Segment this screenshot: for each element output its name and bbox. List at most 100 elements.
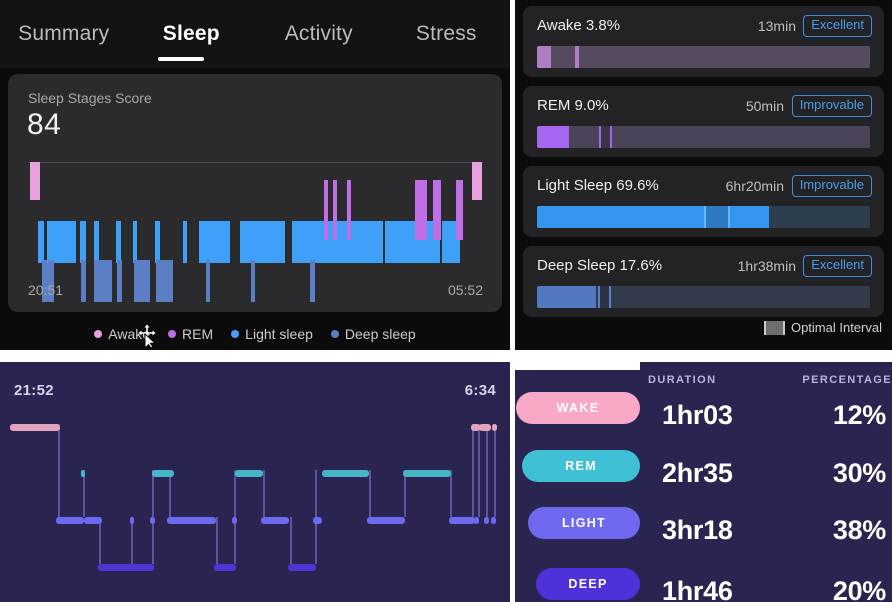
hypnogram-segment-light [491, 517, 496, 524]
stage-duration: 50min [745, 98, 784, 114]
hypnogram-connector [486, 424, 488, 517]
stage-card-header: Light Sleep 69.6% 6hr20min Improvable [537, 175, 872, 198]
stage-bar-light [198, 221, 231, 263]
active-tab-indicator [158, 57, 204, 61]
move-cursor-icon [138, 324, 157, 348]
hypnogram-connector [404, 470, 406, 517]
stage-bar-rem [414, 180, 428, 240]
stage-pill-light[interactable]: LIGHT [528, 507, 640, 539]
hypnogram-segment-rem [322, 470, 369, 477]
hypnogram-connector [290, 517, 292, 564]
stage-progress-fill [537, 46, 551, 68]
stage-bar-light [182, 221, 188, 263]
hypnogram-segment-wake [479, 424, 491, 431]
stage-pill-deep[interactable]: DEEP [536, 568, 640, 600]
stage-bar-awake [30, 162, 41, 200]
chart-start-time: 20:51 [28, 282, 64, 298]
hypnogram-segment-light [313, 517, 322, 524]
sleep-stages-card: Sleep Stages Score 84 20:51 05:52 [8, 74, 502, 312]
optimal-interval-marker [577, 46, 580, 68]
tab-bar: Summary Sleep Activity Stress [0, 0, 510, 68]
hypnogram-segment-rem [81, 470, 85, 477]
sleep-stages-bar-chart[interactable] [28, 162, 483, 302]
stage-card-light[interactable]: Light Sleep 69.6% 6hr20min Improvable [523, 166, 884, 237]
percentage-value-light: 38% [832, 515, 886, 545]
stage-bar-light [47, 221, 77, 263]
sleep-stages-score-label: Sleep Stages Score [28, 90, 152, 106]
optimal-interval-marker [728, 206, 731, 228]
hypnogram-plot[interactable] [0, 362, 510, 602]
duration-value-rem: 2hr35 [662, 458, 733, 488]
hypnogram-connector [369, 470, 371, 517]
stage-pill-column: WAKE REM LIGHT DEEP [515, 370, 640, 602]
tab-summary[interactable]: Summary [0, 22, 128, 46]
hypnogram-connector [263, 470, 265, 517]
stage-pill-rem[interactable]: REM [522, 450, 640, 482]
sleep-stages-score-value: 84 [27, 108, 62, 141]
percentage-value-wake: 12% [832, 400, 886, 430]
stage-duration: 1hr38min [737, 258, 796, 274]
stage-pill-wake[interactable]: WAKE [516, 392, 640, 424]
hypnogram-connector [131, 517, 133, 564]
hypnogram-connector [494, 424, 496, 517]
hypnogram-segment-wake [10, 424, 60, 431]
stage-bar-light [93, 221, 99, 263]
hypnogram-connector [472, 424, 474, 517]
hypnogram-connector [478, 424, 480, 517]
legend-item-deep-sleep: Deep sleep [330, 326, 416, 342]
legend-dot-icon [231, 330, 240, 338]
hypnogram-connector [83, 470, 85, 517]
stage-card-header: Deep Sleep 17.6% 1hr38min Excellent [537, 255, 872, 278]
hypnogram-segment-light [449, 517, 475, 524]
percentage-value-rem: 30% [832, 458, 886, 488]
chart-top-axis [28, 162, 483, 163]
optimal-interval-marker [610, 126, 613, 148]
hypnogram-segment-light [150, 517, 155, 524]
optimal-interval-marker [598, 126, 601, 148]
tab-activity[interactable]: Activity [255, 22, 383, 46]
stage-card-awake[interactable]: Awake 3.8% 13min Excellent [523, 6, 884, 77]
stage-bar-light [291, 221, 383, 263]
stage-bar-light [80, 221, 86, 263]
hypnogram-segment-light [261, 517, 289, 524]
stage-card-header: Awake 3.8% 13min Excellent [537, 15, 872, 38]
stage-bar-light [155, 221, 160, 263]
screenshot-root: Summary Sleep Activity Stress Sleep Stag… [0, 0, 892, 602]
tab-stress[interactable]: Stress [383, 22, 511, 46]
legend-dot-icon [94, 330, 103, 338]
hypnogram-panel: 21:52 6:34 [0, 362, 510, 602]
hypnogram-segment-light [232, 517, 237, 524]
stage-duration: 13min [757, 18, 796, 34]
status-badge: Improvable [791, 175, 872, 197]
hypnogram-segment-rem [235, 470, 263, 477]
stage-card-deep[interactable]: Deep Sleep 17.6% 1hr38min Excellent [523, 246, 884, 317]
legend-label: REM [182, 326, 214, 342]
legend-dot-icon [168, 330, 177, 338]
stage-bar-rem [332, 180, 338, 240]
stage-duration: 6hr20min [725, 178, 784, 194]
stage-bar-rem [346, 180, 351, 240]
hypnogram-connector [58, 424, 60, 517]
optimal-interval-marker [608, 286, 611, 308]
legend-label: Light sleep [245, 326, 313, 342]
tab-sleep[interactable]: Sleep [128, 22, 256, 46]
optimal-interval-swatch [763, 320, 785, 335]
hypnogram-segment-deep [288, 564, 316, 571]
optimal-interval-band [703, 206, 731, 228]
hypnogram-segment-light [84, 517, 102, 524]
hypnogram-segment-deep [214, 564, 236, 571]
stage-card-rem[interactable]: REM 9.0% 50min Improvable [523, 86, 884, 157]
hypnogram-segment-light [484, 517, 489, 524]
stage-detail-panel: Awake 3.8% 13min Excellent REM 9.0% 50min Imp… [515, 0, 892, 350]
stage-progress-fill [537, 206, 769, 228]
optimal-interval-marker [597, 286, 600, 308]
hypnogram-connector [169, 470, 171, 517]
stage-progress-fill [537, 126, 569, 148]
stage-bar-light [239, 221, 286, 263]
duration-value-light: 3hr18 [662, 515, 733, 545]
optimal-interval-legend: Optimal Interval [763, 320, 882, 335]
hypnogram-segment-wake [492, 424, 497, 431]
legend-item-light-sleep: Light sleep [231, 326, 313, 342]
hypnogram-segment-deep [98, 564, 154, 571]
optimal-interval-marker [703, 206, 706, 228]
